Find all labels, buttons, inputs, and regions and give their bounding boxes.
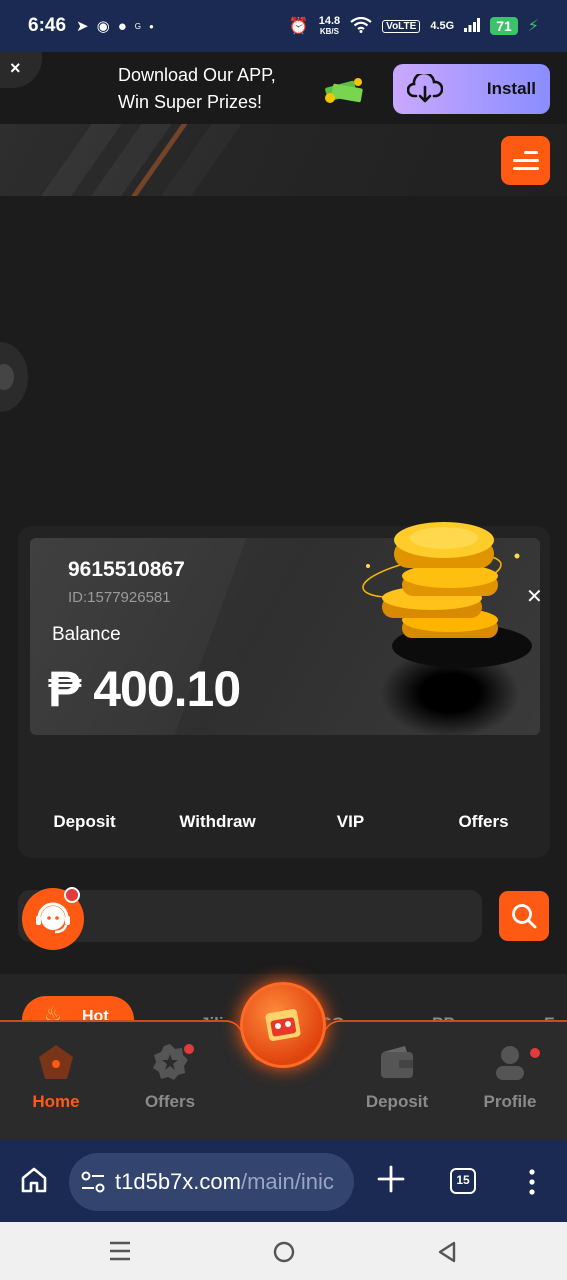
menu-button[interactable]	[501, 136, 550, 185]
offers-notification-dot	[184, 1044, 194, 1054]
browser-home-button[interactable]	[20, 1166, 48, 1199]
status-icons: ⏰ 14.8 KB/S VoLTE 4.5G 71 ⚡	[288, 14, 539, 37]
balance-amount: ₱ 400.10	[48, 661, 241, 717]
new-tab-button[interactable]	[377, 1165, 405, 1198]
system-back-button[interactable]	[436, 1240, 458, 1269]
recents-icon	[110, 1241, 130, 1261]
plus-icon	[377, 1165, 405, 1193]
site-settings-icon	[81, 1171, 105, 1193]
signal-label: 4.5G	[430, 20, 455, 32]
telegram-icon: ➤	[76, 18, 89, 35]
search-input[interactable]	[18, 890, 482, 942]
nav-profile[interactable]: Profile	[460, 1040, 560, 1112]
charging-icon: ⚡	[527, 18, 539, 35]
support-notification-dot	[64, 887, 80, 903]
deposit-action[interactable]: Deposit	[18, 812, 151, 832]
gold-coins-illustration	[362, 522, 532, 668]
money-stack-icon	[325, 78, 363, 103]
search-button[interactable]	[499, 891, 549, 941]
search-icon	[512, 904, 537, 929]
more-dot-icon: ●	[149, 21, 154, 31]
account-phone: 9615510867	[68, 558, 185, 581]
offers-action[interactable]: Offers	[417, 812, 550, 832]
header-banner	[0, 124, 567, 196]
alarm-icon: ⏰	[288, 18, 309, 35]
withdraw-action[interactable]: Withdraw	[151, 812, 284, 832]
status-bar: 6:46 ➤ ◉ ● G ● ⏰ 14.8 KB/S VoLTE 4.5G 71…	[0, 0, 567, 52]
messenger-icon: ◉	[96, 18, 110, 35]
browser-menu-button[interactable]	[524, 1168, 540, 1201]
side-drawer-handle[interactable]	[0, 342, 28, 412]
tab-switcher-button[interactable]: 15	[450, 1168, 476, 1194]
battery-level: 71	[490, 17, 518, 35]
system-navigation-bar	[0, 1222, 567, 1280]
clock: 6:46	[28, 15, 67, 36]
gcash-icon: G	[134, 21, 141, 31]
home-outline-icon	[21, 1167, 47, 1193]
nav-home[interactable]: Home	[6, 1040, 106, 1112]
cloud-download-icon	[407, 74, 443, 103]
profile-icon	[488, 1040, 532, 1084]
install-button[interactable]: Install	[393, 64, 550, 114]
url-path: /main/inic	[240, 1169, 334, 1194]
banner-text: Download Our APP, Win Super Prizes!	[118, 65, 276, 112]
circle-home-icon	[273, 1241, 295, 1263]
browser-toolbar: t1d5b7x.com/main/inic 15	[0, 1140, 567, 1222]
system-home-button[interactable]	[272, 1240, 296, 1269]
wifi-icon	[350, 16, 372, 36]
gift-box-icon	[265, 1009, 301, 1041]
app-download-banner: × Download Our APP, Win Super Prizes! In…	[0, 52, 567, 124]
back-triangle-icon	[438, 1241, 456, 1263]
center-promo-button[interactable]	[240, 982, 326, 1068]
banner-close-button[interactable]: ×	[0, 52, 42, 88]
vip-action[interactable]: VIP	[284, 812, 417, 832]
net-speed: 14.8 KB/S	[318, 14, 341, 36]
url-bar[interactable]: t1d5b7x.com/main/inic	[69, 1153, 354, 1211]
nav-offers[interactable]: Offers	[120, 1040, 220, 1112]
account-id: ID:1577926581	[68, 589, 171, 606]
balance-card-close-button[interactable]: ✕	[526, 584, 543, 609]
more-vertical-icon	[529, 1169, 535, 1195]
volte-badge: VoLTE	[382, 19, 421, 33]
recents-button[interactable]	[108, 1240, 132, 1267]
chat-icon: ●	[117, 17, 127, 35]
notification-icons: ➤ ◉ ● G ●	[76, 17, 154, 36]
url-host: t1d5b7x.com	[115, 1169, 241, 1194]
wallet-icon	[375, 1040, 419, 1084]
home-icon	[34, 1040, 78, 1084]
signal-icon	[464, 17, 481, 35]
balance-actions: Deposit Withdraw VIP Offers	[18, 812, 550, 832]
nav-deposit[interactable]: Deposit	[347, 1040, 447, 1112]
profile-notification-dot	[530, 1048, 540, 1058]
balance-label: Balance	[52, 624, 121, 645]
